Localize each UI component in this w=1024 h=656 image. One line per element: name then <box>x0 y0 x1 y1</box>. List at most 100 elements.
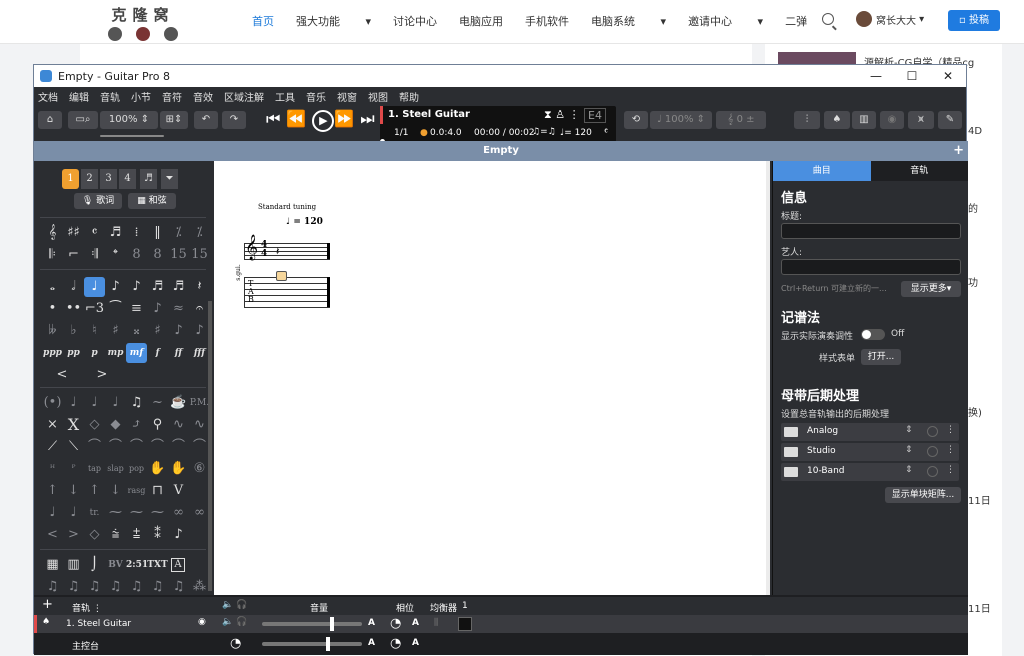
annotation-icon[interactable]: A <box>171 558 185 572</box>
nav-item-second[interactable]: 二弹 <box>785 13 807 29</box>
less-icon[interactable]: < <box>42 525 63 545</box>
home-button[interactable]: ⌂ <box>38 111 62 129</box>
zoom-slider[interactable] <box>100 135 164 137</box>
sixteenth-note-icon[interactable]: ♪ <box>126 277 147 297</box>
beat6-icon[interactable]: ♫ <box>147 577 168 595</box>
double-sharp-icon[interactable]: 𝄪 <box>126 321 147 341</box>
wavy3-icon[interactable]: ⁓ <box>147 503 168 523</box>
volume-knob[interactable] <box>330 617 334 631</box>
ottava-bassa-icon[interactable]: 8 <box>147 245 168 265</box>
timer-icon[interactable]: 2:51 <box>126 555 148 575</box>
settings-button[interactable]: ✎ <box>938 111 962 129</box>
show-more-button[interactable]: 显示更多▾ <box>901 281 961 297</box>
half-note-icon[interactable]: 𝅗𝅥 <box>63 277 84 297</box>
master-volume-knob[interactable] <box>326 637 330 651</box>
beat3-icon[interactable]: ♫ <box>84 577 105 595</box>
redo-button[interactable]: ↷ <box>222 111 246 129</box>
coda-icon[interactable]: 𝄌 <box>105 245 126 265</box>
more-icon[interactable]: ⋮ <box>946 425 955 435</box>
instrument-button[interactable]: ♠ <box>824 111 850 129</box>
ghost-note-icon[interactable]: (•) <box>42 393 63 413</box>
pan-knob-icon[interactable]: ◔ <box>390 616 401 631</box>
loop-symbol2-icon[interactable]: ∞ <box>189 503 210 523</box>
repeat-close-icon[interactable]: 𝄇 <box>84 245 105 265</box>
greater-icon[interactable]: > <box>63 525 84 545</box>
effect-studio[interactable]: Studio ⇕ ⋮ <box>781 443 959 461</box>
time-signature-icon[interactable]: 𝄴 <box>84 223 105 243</box>
staccato-icon[interactable]: ♩ <box>105 393 126 413</box>
power-icon[interactable] <box>927 446 938 457</box>
64th-note-icon[interactable]: ♬ <box>168 277 189 297</box>
tab-song[interactable]: 曲目 <box>773 161 871 181</box>
menu-window[interactable]: 视图 <box>368 89 388 104</box>
menu-sound[interactable]: 音乐 <box>306 89 326 104</box>
user-menu[interactable]: 窝长大大 ▾ <box>856 11 924 27</box>
tremolo-icon[interactable]: ≡ <box>126 299 147 319</box>
master-pan-icon[interactable]: ◔ <box>230 636 241 651</box>
bend-icon[interactable]: ⤴ <box>126 415 147 435</box>
palm-mute-icon[interactable]: P.M. <box>189 393 210 413</box>
accent-icon[interactable]: ♩ <box>63 393 84 413</box>
loop-button[interactable]: ⟲ <box>624 111 648 129</box>
nav-item-systems[interactable]: 电脑系统 ▾ <box>591 13 666 29</box>
menu-sections[interactable]: 区域注解 <box>224 89 264 104</box>
master-volume-slider[interactable] <box>262 642 362 646</box>
triplet-icon[interactable]: ♬ <box>105 223 126 243</box>
quindicesima-bassa-icon[interactable]: 15 <box>189 245 210 265</box>
let-ring-icon[interactable]: ♫ <box>126 393 147 413</box>
tracks-label[interactable]: 音轨 ⋮ <box>72 601 102 614</box>
maximize-button[interactable]: ☐ <box>894 65 930 87</box>
tab-track[interactable]: 音轨 <box>870 161 968 181</box>
alternate-ending-icon[interactable]: ⌐ <box>63 245 84 265</box>
arrow-down-icon[interactable]: ↓ <box>63 481 84 501</box>
menu-help[interactable]: 帮助 <box>399 89 419 104</box>
32nd-note-icon[interactable]: ♬ <box>147 277 168 297</box>
close-button[interactable]: ✕ <box>930 65 966 87</box>
menu-tools[interactable]: 工具 <box>275 89 295 104</box>
repeat-open-icon[interactable]: 𝄆 <box>42 245 63 265</box>
more-icon[interactable]: ⋮ <box>946 445 955 455</box>
title-input[interactable] <box>781 223 961 239</box>
select-arrows-icon[interactable]: ⇕ <box>905 445 913 455</box>
pop-text-icon[interactable]: pop <box>126 459 147 479</box>
tuplet-icon[interactable]: ⌐3 <box>84 299 105 319</box>
pedal-icon[interactable]: ⩭ <box>105 525 126 545</box>
menu-bar-measure[interactable]: 小节 <box>131 89 151 104</box>
mute-solo-buttons[interactable]: 🔈 🎧 <box>222 617 247 627</box>
beat2-icon[interactable]: ♫ <box>63 577 84 595</box>
menu-effects[interactable]: 音效 <box>193 89 213 104</box>
slur-icon[interactable]: ≈ <box>168 299 189 319</box>
eq-icon[interactable]: ⫼ <box>434 618 438 628</box>
brush-up-icon[interactable]: ↑ <box>84 481 105 501</box>
metronome-icon[interactable]: ⧗ ♙ ⋮ <box>544 108 580 122</box>
speed-select[interactable]: ♩ 100% ⇕ <box>650 111 712 129</box>
legato2-icon[interactable]: ⌒ <box>105 437 126 457</box>
dynamic-mp[interactable]: mp <box>105 343 126 363</box>
diamond-icon[interactable]: ◇ <box>84 525 105 545</box>
left-hand-icon[interactable]: ✋ <box>147 459 168 479</box>
volume-slider[interactable] <box>262 622 362 626</box>
pedal2-icon[interactable]: ⩲ <box>126 525 147 545</box>
master-auto-pan-icon[interactable]: A <box>412 638 419 648</box>
voice-2-button[interactable]: 2 <box>81 169 98 189</box>
menu-track[interactable]: 音轨 <box>100 89 120 104</box>
harmonic2-icon[interactable]: ◆ <box>105 415 126 435</box>
score-page[interactable]: Standard tuning ♩ = 120 s.gui. 𝄞 44 𝄽 T … <box>214 161 766 595</box>
effect-10-band[interactable]: 10-Band ⇕ ⋮ <box>781 463 959 481</box>
tab-cursor[interactable] <box>276 271 287 281</box>
arpeggio2-icon[interactable]: ♩ <box>63 503 84 523</box>
master-pan-knob-icon[interactable]: ◔ <box>390 636 401 651</box>
master-auto-icon[interactable]: A <box>368 638 375 648</box>
right-hand-icon[interactable]: ✋ <box>168 459 189 479</box>
menu-note[interactable]: 音符 <box>162 89 182 104</box>
dynamic-p[interactable]: p <box>84 343 105 363</box>
open-stylesheet-button[interactable]: 打开... <box>861 349 901 365</box>
auto-volume-icon[interactable]: A <box>368 618 375 628</box>
dot-icon[interactable]: • <box>42 299 63 319</box>
dynamic-f[interactable]: f <box>147 343 168 363</box>
dynamic-ppp[interactable]: ppp <box>42 343 63 363</box>
tuner-button[interactable]: ⩙ <box>908 111 934 129</box>
wide-vibrato-icon[interactable]: ∿ <box>189 415 210 435</box>
flat-icon[interactable]: ♭ <box>63 321 84 341</box>
slide-icon[interactable]: ⟋ <box>42 437 63 457</box>
